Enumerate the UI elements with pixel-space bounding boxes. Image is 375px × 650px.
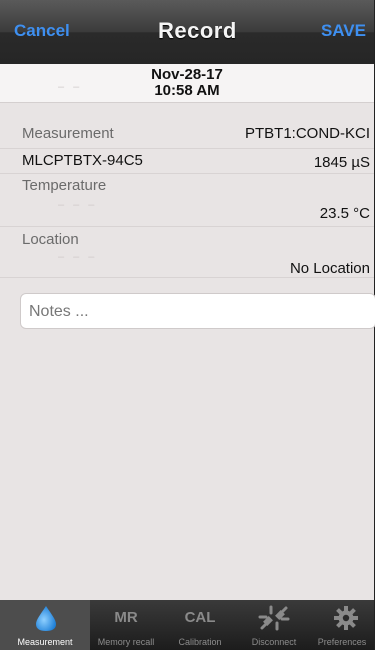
temperature-row: Temperature ––– 23.5 °C (0, 174, 374, 227)
measurement-value-row: MLCPTBTX-94C5 1845 µS (0, 149, 374, 174)
measurement-label: Measurement (22, 125, 114, 142)
tab-bar: Measurement MR Memory recall CAL Calibra… (0, 600, 374, 650)
tab-memory-recall-label: Memory recall (97, 637, 155, 647)
tab-preferences[interactable]: Preferences (310, 600, 374, 650)
measurement-method: PTBT1:COND-KCI (244, 125, 370, 142)
record-date: Nov-28-17 (151, 66, 223, 83)
notes-placeholder: Notes ... (29, 303, 89, 320)
location-label: Location (22, 231, 79, 248)
tab-measurement[interactable]: Measurement (0, 600, 90, 650)
faded-placeholder: ––– (58, 251, 104, 263)
tab-preferences-label: Preferences (317, 637, 367, 647)
calibration-icon: CAL (184, 609, 216, 626)
faded-placeholder: ––– (58, 199, 104, 211)
cancel-button[interactable]: Cancel (14, 21, 70, 41)
record-timestamp: Nov-28-17 10:58 AM –– (0, 64, 374, 103)
faded-placeholder: –– (58, 81, 89, 93)
tab-calibration[interactable]: CAL Calibration (162, 600, 238, 650)
tab-disconnect[interactable]: Disconnect (238, 600, 310, 650)
navigation-bar: Cancel Record SAVE (0, 0, 374, 64)
notes-field[interactable]: Notes ... (20, 293, 375, 329)
memory-recall-icon: MR (114, 609, 138, 626)
disconnect-icon (238, 604, 310, 632)
temperature-value: 23.5 °C (319, 205, 370, 222)
tab-calibration-label: Calibration (178, 637, 222, 647)
location-value[interactable]: No Location (290, 260, 370, 277)
gear-icon (310, 604, 374, 632)
location-row[interactable]: Location ––– No Location (0, 227, 374, 278)
device-id: MLCPTBTX-94C5 (22, 152, 143, 169)
temperature-label: Temperature (22, 177, 107, 194)
tab-disconnect-label: Disconnect (251, 637, 297, 647)
measurement-value: 1845 µS (313, 154, 370, 171)
record-time: 10:58 AM (154, 82, 220, 99)
tab-memory-recall[interactable]: MR Memory recall (90, 600, 162, 650)
water-drop-icon (0, 604, 90, 632)
record-screen: Cancel Record SAVE Nov-28-17 10:58 AM ––… (0, 0, 375, 650)
save-button[interactable]: SAVE (321, 21, 366, 41)
measurement-header-row: Measurement PTBT1:COND-KCI (0, 118, 374, 149)
tab-measurement-label: Measurement (17, 637, 73, 647)
page-title: Record (158, 18, 237, 43)
